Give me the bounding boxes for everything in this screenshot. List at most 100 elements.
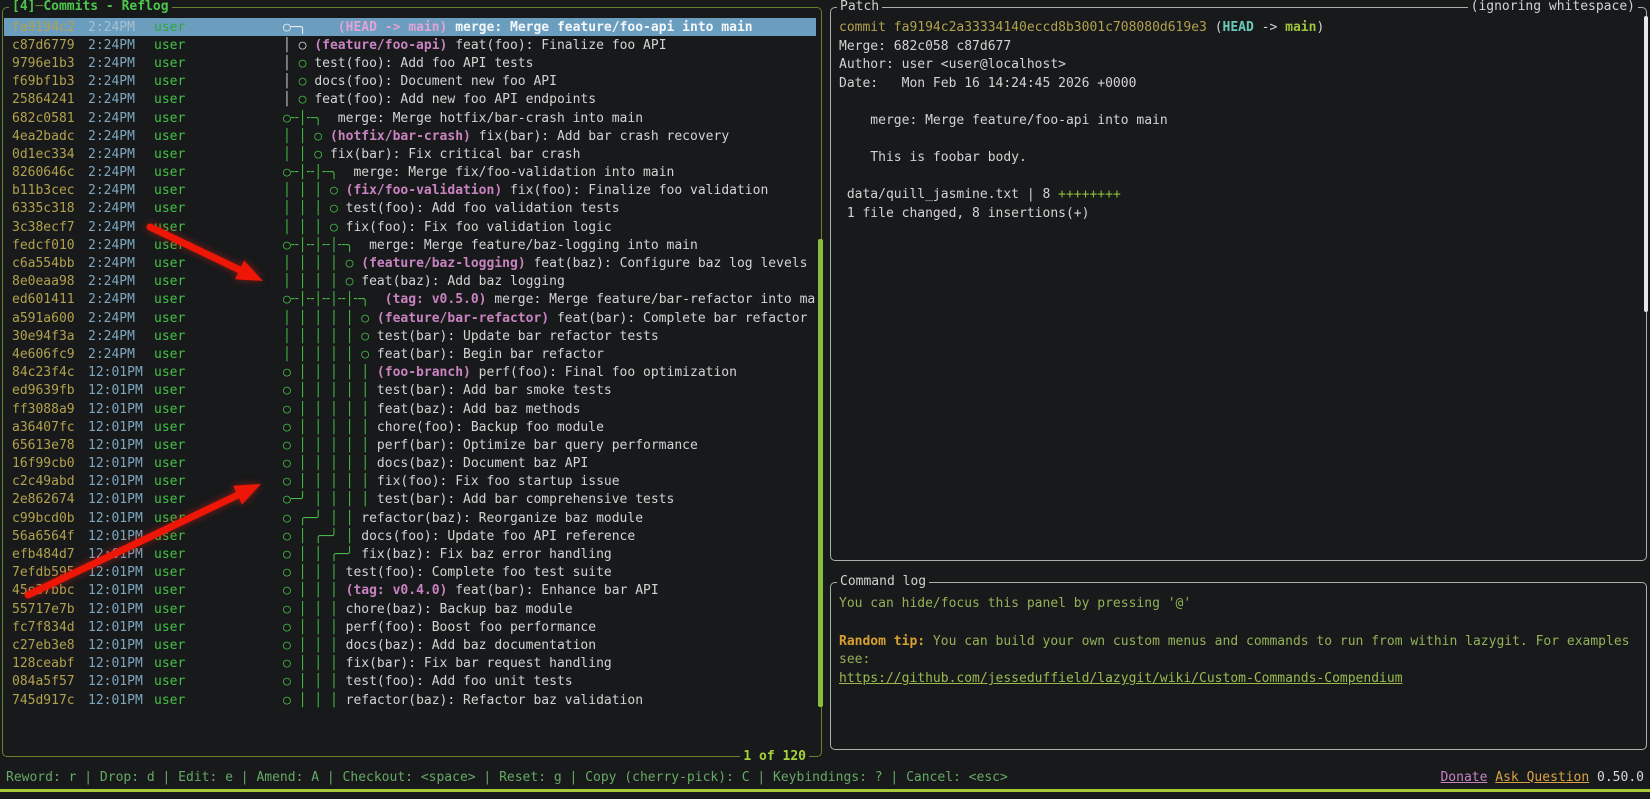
commit-message: feat(baz): Add baz methods <box>376 401 581 417</box>
patch-stat-plus: ++++++++ <box>1058 187 1121 203</box>
commit-author: user <box>154 547 186 563</box>
commit-time: 2:24PM <box>88 237 135 253</box>
commit-time: 2:24PM <box>88 74 135 90</box>
commit-row[interactable]: 16f99cb0 12:01PM user ○ │ │ │ │ │ docs(baz)… <box>4 455 816 473</box>
commit-author: user <box>154 346 186 362</box>
commits-scrollbar[interactable] <box>818 239 823 707</box>
commit-row[interactable]: 9796e1b3 2:24PM user │ ○ test(foo): Add foo… <box>4 54 816 72</box>
graph-segment: ○ │ │ │ <box>283 692 346 708</box>
commit-author: user <box>154 383 186 399</box>
commit-row[interactable]: 8e0eaa98 2:24PM user │ │ │ │ ○ feat(baz): A… <box>4 273 816 291</box>
ask-question-link[interactable]: Ask Question <box>1495 770 1589 785</box>
commit-row[interactable]: 65613e78 12:01PM user ○ │ │ │ │ │ perf(bar)… <box>4 436 816 454</box>
graph-segment: ○ │ │ │ <box>283 565 346 581</box>
commit-time: 2:24PM <box>88 256 135 272</box>
commit-row[interactable]: ff3088a9 12:01PM user ○ │ │ │ │ │ feat(baz)… <box>4 400 816 418</box>
commit-hash: 65613e78 <box>12 437 75 453</box>
commit-message: docs(foo): Document new foo API <box>314 74 557 90</box>
commit-row[interactable]: c6a554bb 2:24PM user │ │ │ │ ○ (feature/baz… <box>4 254 816 272</box>
patch-blank-1 <box>839 94 1634 113</box>
commit-row[interactable]: 4e606fc9 2:24PM user │ │ │ │ │ ○ feat(bar):… <box>4 345 816 363</box>
commit-hash: 3c38ecf7 <box>12 219 75 235</box>
commit-row[interactable]: 30e94f3a 2:24PM user │ │ │ │ │ ○ test(bar):… <box>4 327 816 345</box>
commit-row[interactable]: 55717e7b 12:01PM user ○ │ │ │ chore(baz): B… <box>4 600 816 618</box>
commit-row[interactable]: ed601411 2:24PM user ○╌│╌│╌│╌│╌╮ (tag: v0.5… <box>4 291 816 309</box>
commit-hash: 4e606fc9 <box>12 346 75 362</box>
commit-row[interactable]: 128ceabf 12:01PM user ○ │ │ │ fix(bar): Fix… <box>4 655 816 673</box>
status-bar-right: Donate Ask Question 0.50.0 <box>1440 770 1644 785</box>
commit-row[interactable]: 84c23f4c 12:01PM user ○ │ │ │ │ │ (foo-bran… <box>4 364 816 382</box>
graph-segment: │ │ │ │ │ ○ <box>283 328 377 344</box>
commit-row[interactable]: ed9639fb 12:01PM user ○ │ │ │ │ │ test(bar)… <box>4 382 816 400</box>
command-log-panel[interactable]: Command log You can hide/focus this pane… <box>830 574 1647 750</box>
commit-row[interactable]: 745d917c 12:01PM user ○ │ │ │ refactor(baz)… <box>4 691 816 709</box>
commit-row[interactable]: 7efdb595 12:01PM user ○ │ │ │ test(foo): Co… <box>4 564 816 582</box>
commit-row[interactable]: c2c49abd 12:01PM user ○ │ │ │ │ │ fix(foo):… <box>4 473 816 491</box>
commit-author: user <box>154 292 186 308</box>
commit-row[interactable]: 0d1ec334 2:24PM user │ │ ○ fix(bar): Fix cr… <box>4 145 816 163</box>
commits-panel[interactable]: [4]─Commits - Reflog fa9194c2 2:24PM user ○… <box>2 0 823 764</box>
command-log-blank <box>839 614 1632 633</box>
patch-panel[interactable]: Patch (ignoring whitespace) commit fa919… <box>830 0 1648 561</box>
commit-list[interactable]: fa9194c2 2:24PM user ○─╮ (HEAD -> main) mer… <box>4 18 816 752</box>
commit-hash: b11b3cec <box>12 183 75 199</box>
patch-commit-sha: commit fa9194c2a33334140eccd8b3001c70808… <box>839 20 1215 35</box>
commit-message: feat(baz): Add baz logging <box>361 274 565 290</box>
commit-row[interactable]: c87d6779 2:24PM user │ ○ (feature/foo-api) … <box>4 36 816 54</box>
commit-row[interactable]: 45e37bbc 12:01PM user ○ │ │ │ (tag: v0.4.0)… <box>4 582 816 600</box>
commit-hash: 55717e7b <box>12 601 75 617</box>
commit-hash: 6335c318 <box>12 201 75 217</box>
commit-row[interactable]: c99bcd0b 12:01PM user ○ ╭─╯ │ │ refactor(ba… <box>4 509 816 527</box>
patch-scrollbar[interactable] <box>1644 16 1648 312</box>
commit-hash: c99bcd0b <box>12 510 75 526</box>
commit-message: fix(foo): Fix foo startup issue <box>376 474 620 490</box>
commit-row[interactable]: 084a5f57 12:01PM user ○ │ │ │ test(foo): Ad… <box>4 673 816 691</box>
commit-row[interactable]: 56a6564f 12:01PM user ○ │ ╭─╯ │ docs(foo): … <box>4 527 816 545</box>
patch-stat-line: data/quill_jasmine.txt | 8 ++++++++ <box>839 187 1634 206</box>
commit-row[interactable]: 8260646c 2:24PM user ○╌│╌│╌╮ merge: Merge f… <box>4 164 816 182</box>
commit-time: 12:01PM <box>88 383 143 399</box>
commit-row[interactable]: 6335c318 2:24PM user │ │ │ ○ test(foo): Add… <box>4 200 816 218</box>
patch-commit-line: commit fa9194c2a33334140eccd8b3001c70808… <box>839 20 1634 39</box>
commit-message: docs(baz): Document baz API <box>376 456 589 472</box>
commit-message: chore(foo): Backup foo module <box>376 419 604 435</box>
commit-row[interactable]: fedcf010 2:24PM user ○╌│╌│╌│╌╮ merge: Merge… <box>4 236 816 254</box>
commit-hash: 682c0581 <box>12 110 75 126</box>
commit-hash: 0d1ec334 <box>12 146 75 162</box>
commit-row[interactable]: efb484d7 12:01PM user ○ │ │ ╭─╯ fix(baz): F… <box>4 545 816 563</box>
commit-row[interactable]: f69bf1b3 2:24PM user │ ○ docs(foo): Documen… <box>4 73 816 91</box>
commit-row[interactable]: 3c38ecf7 2:24PM user │ │ │ ○ fix(foo): Fix … <box>4 218 816 236</box>
screen-bottom-accent-line <box>0 789 1650 792</box>
commit-row[interactable]: fc7f834d 12:01PM user ○ │ │ │ perf(foo): Bo… <box>4 618 816 636</box>
keybindings-hints: Reword: r | Drop: d | Edit: e | Amend: A… <box>6 769 1008 785</box>
commit-row[interactable]: b11b3cec 2:24PM user │ │ │ ○ (fix/foo-valid… <box>4 182 816 200</box>
paren-open: ( <box>1214 20 1223 35</box>
donate-link[interactable]: Donate <box>1440 770 1487 785</box>
command-log-content: You can hide/focus this panel by pressin… <box>839 595 1632 689</box>
commit-row[interactable]: 682c0581 2:24PM user ○╌│╌╮ merge: Merge hot… <box>4 109 816 127</box>
commit-author: user <box>154 37 186 53</box>
commit-time: 12:01PM <box>88 637 143 653</box>
commit-row[interactable]: 25864241 2:24PM user │ ○ feat(foo): Add new… <box>4 91 816 109</box>
commit-row[interactable]: fa9194c2 2:24PM user ○─╮ (HEAD -> main) mer… <box>4 18 816 37</box>
commit-time: 2:24PM <box>88 274 135 290</box>
commit-row[interactable]: a36407fc 12:01PM user ○ │ │ │ │ │ chore(foo… <box>4 418 816 436</box>
commit-message: feat(baz): Configure baz log levels <box>533 256 808 272</box>
commit-author: user <box>154 237 186 253</box>
commit-hash: c6a554bb <box>12 256 75 272</box>
graph-segment: ○ <box>298 74 315 90</box>
commit-row[interactable]: a591a600 2:24PM user │ │ │ │ │ ○ (feature/b… <box>4 309 816 327</box>
commit-message: fix(baz): Fix baz error handling <box>361 547 612 563</box>
commit-hash: 56a6564f <box>12 528 75 544</box>
graph-segment: ○ │ │ │ <box>283 619 346 635</box>
commit-author: user <box>154 601 186 617</box>
commit-row[interactable]: c27eb3e8 12:01PM user ○ │ │ │ docs(baz): Ad… <box>4 636 816 654</box>
commit-time: 2:24PM <box>88 110 135 126</box>
commit-row[interactable]: 2e862674 12:01PM user ○─╯ │ │ │ │ test(bar)… <box>4 491 816 509</box>
custom-commands-link[interactable]: https://github.com/jesseduffield/lazygit… <box>839 670 1632 689</box>
patch-stat-file: data/quill_jasmine.txt | 8 <box>839 187 1059 203</box>
tag-label: (tag: v0.4.0) <box>345 583 448 599</box>
commit-row[interactable]: 4ea2badc 2:24PM user │ │ ○ (hotfix/bar-cras… <box>4 127 816 145</box>
